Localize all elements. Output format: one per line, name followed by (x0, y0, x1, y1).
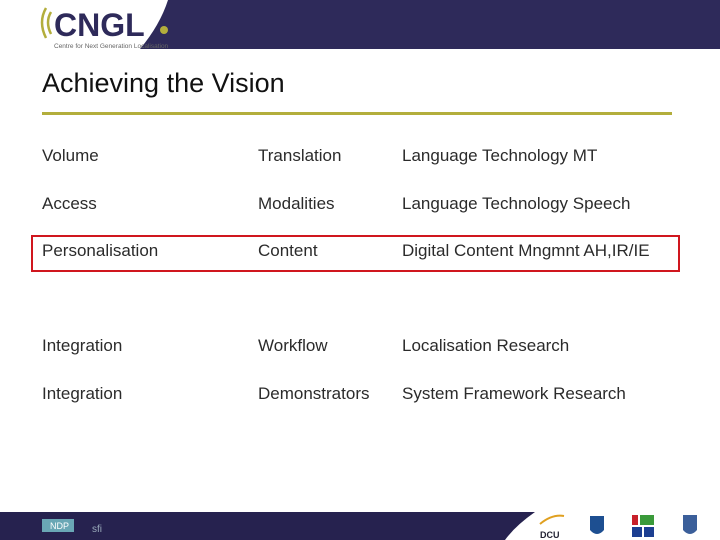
table-cell: Demonstrators (258, 384, 370, 403)
table-cell: Integration (42, 336, 123, 355)
svg-text:DCU: DCU (540, 530, 560, 540)
dcu-logo: DCU (539, 514, 565, 540)
svg-text:NDP: NDP (50, 521, 69, 531)
table-cell: Volume (42, 146, 99, 165)
table-cell: Translation (258, 146, 342, 165)
footer-bar: NDP sfi DCU (0, 512, 697, 540)
title-divider (42, 112, 672, 115)
table-cell: Workflow (258, 336, 328, 355)
cngl-logo: CNGL Centre for Next Generation Localisa… (40, 7, 169, 50)
tcd-logo (632, 515, 654, 537)
table-cell: Localisation Research (402, 336, 570, 355)
table-cell: Access (42, 194, 97, 213)
ul-logo (683, 515, 697, 534)
table-cell: System Framework Research (402, 384, 626, 403)
svg-text:Centre for Next Generation Loc: Centre for Next Generation Localisation (54, 43, 169, 50)
table-cell: Language Technology MT (402, 146, 598, 165)
svg-text:CNGL: CNGL (54, 7, 145, 43)
table-cell: Modalities (258, 194, 335, 213)
table-cell: Integration (42, 384, 123, 403)
highlight-box (31, 235, 680, 272)
sfi-logo: sfi (92, 524, 102, 535)
ucd-logo (590, 516, 604, 534)
svg-text:sfi: sfi (92, 524, 102, 535)
ndp-logo: NDP (42, 519, 74, 532)
table-cell: Language Technology Speech (402, 194, 631, 213)
page-title: Achieving the Vision (42, 68, 285, 98)
